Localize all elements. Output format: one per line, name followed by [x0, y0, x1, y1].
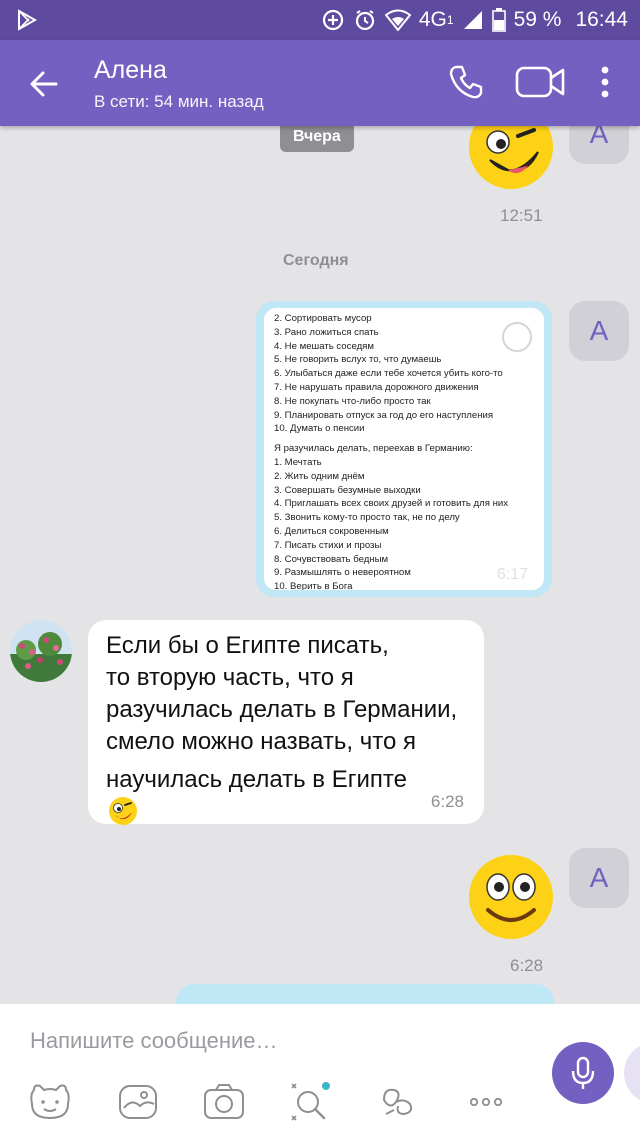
image-text-line: 9. Размышлять о невероятном	[274, 567, 411, 579]
chat-header: Алена В сети: 54 мин. назад	[0, 40, 640, 126]
secondary-action[interactable]	[624, 1042, 640, 1104]
incoming-message[interactable]: Если бы о Египте писать, то вторую часть…	[88, 620, 484, 825]
image-text-line: 2. Сортировать мусор	[274, 313, 372, 324]
image-message[interactable]: 2. Сортировать мусор 3. Рано ложиться спа…	[256, 301, 552, 597]
outgoing-message-partial[interactable]	[176, 984, 554, 1004]
image-text-line: 3. Рано ложиться спать	[274, 326, 379, 338]
contact-avatar[interactable]	[10, 620, 72, 682]
more-vertical-icon[interactable]	[594, 62, 616, 102]
image-text-line: 7. Не нарушать правила дорожного движени…	[274, 381, 479, 393]
image-text-line: 10. Думать о пенсии	[274, 423, 365, 435]
record-voice-button[interactable]	[552, 1042, 614, 1104]
video-camera-icon[interactable]	[514, 64, 566, 100]
crazy-face-emoji-icon	[109, 797, 137, 825]
camera-icon[interactable]	[202, 1080, 246, 1124]
composer-toolbar	[0, 1080, 540, 1124]
image-time: 6:17	[496, 566, 528, 584]
message-list[interactable]: Вчера А 12:51 Сегодня 2. Сортировать мус…	[0, 126, 640, 1004]
signal-icon	[463, 11, 482, 29]
arrow-left-icon[interactable]	[26, 66, 62, 102]
avatar-self[interactable]: А	[569, 126, 629, 164]
image-text-line: 8. Сочувствовать бедным	[274, 553, 389, 565]
wifi-icon	[384, 9, 411, 31]
message-text: Если бы о Египте писать, то вторую часть…	[106, 630, 468, 830]
message-time: 6:28	[510, 956, 544, 975]
sticker-icon[interactable]	[28, 1080, 72, 1124]
message-input[interactable]: Напишите сообщение…	[30, 1028, 278, 1054]
image-text-line: 1. Мечтать	[274, 456, 322, 468]
contact-name[interactable]: Алена	[94, 56, 167, 85]
battery-percent: 59 %	[513, 8, 562, 31]
message-time: 6:28	[430, 792, 464, 811]
image-text-line: 4. Не мешать соседям	[274, 340, 374, 352]
image-content: 2. Сортировать мусор 3. Рано ложиться спа…	[264, 308, 544, 590]
microphone-icon	[571, 1056, 595, 1089]
gif-search-icon[interactable]	[288, 1080, 332, 1124]
date-chip-today: Сегодня	[283, 252, 349, 269]
image-text-line: 8. Не покупать что-либо просто так	[274, 395, 431, 407]
alarm-icon	[355, 10, 374, 31]
image-text-line: 2. Жить одним днём	[274, 470, 365, 482]
data-saver-icon	[322, 9, 343, 31]
phone-icon[interactable]	[446, 62, 486, 102]
date-chip-yesterday: Вчера	[280, 126, 354, 152]
image-text-line: 6. Делиться сокровенным	[274, 525, 389, 537]
play-store-icon	[18, 9, 38, 31]
image-text-line: 3. Совершать безумные выходки	[274, 484, 421, 496]
image-text-line: 10. Верить в Бога	[274, 581, 353, 590]
battery-icon	[491, 8, 506, 32]
image-text-line: 7. Писать стихи и прозы	[274, 539, 382, 551]
image-text-line: 4. Приглашать всех своих друзей и готови…	[274, 498, 509, 510]
status-bar: 4G 1 59 % 16:44	[0, 0, 640, 40]
image-text-line: 9. Планировать отпуск за год до его наст…	[274, 409, 494, 421]
message-time: 12:51	[500, 206, 543, 225]
share-icon[interactable]	[502, 322, 532, 352]
presence-status: В сети: 54 мин. назад	[94, 92, 264, 111]
image-text-line: 5. Не говорить вслух то, что думаешь	[274, 354, 442, 366]
doodle-icon[interactable]	[376, 1080, 420, 1124]
gallery-icon[interactable]	[116, 1080, 160, 1124]
more-horizontal-icon[interactable]	[464, 1080, 508, 1124]
image-text-line: 5. Звонить кому-то просто так, не по дел…	[274, 512, 460, 524]
network-type: 4G 1	[418, 8, 454, 31]
avatar-self[interactable]: А	[569, 301, 629, 361]
smiling-face-sticker[interactable]	[468, 854, 554, 940]
composer: Напишите сообщение…	[0, 1004, 640, 1138]
image-text-line: 6. Улыбаться даже если тебе хочется убит…	[274, 368, 503, 380]
winking-face-sticker[interactable]	[468, 126, 554, 190]
avatar-self[interactable]: А	[569, 848, 629, 908]
image-text-line: Я разучилась делать, переехав в Германию…	[274, 443, 473, 455]
clock: 16:44	[575, 8, 628, 31]
